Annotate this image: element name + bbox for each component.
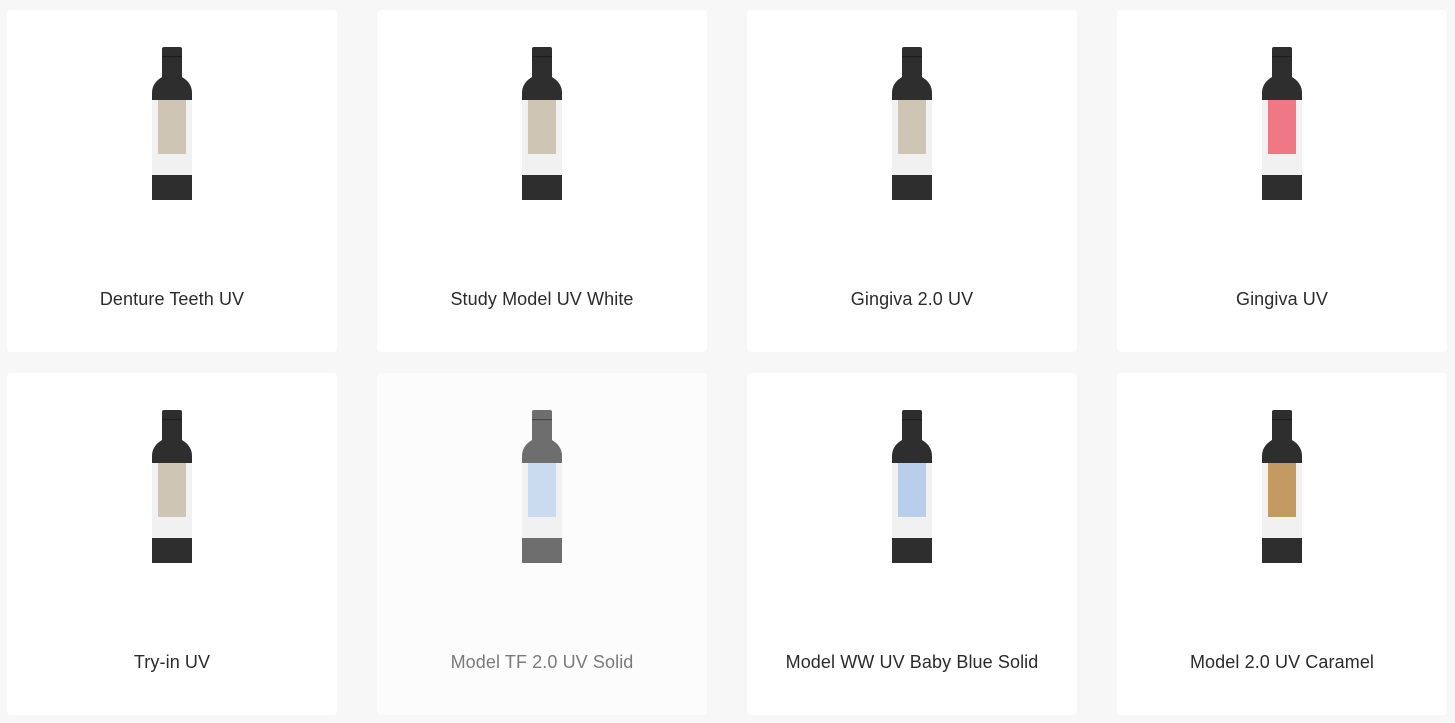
resin-bottle-icon (1262, 410, 1302, 563)
product-card[interactable]: Gingiva UV (1117, 10, 1447, 352)
product-name: Try-in UV (133, 652, 211, 672)
resin-bottle-icon (152, 47, 192, 200)
resin-window (1268, 463, 1296, 517)
product-card[interactable]: Try-in UV (7, 373, 337, 715)
product-card[interactable]: Denture Teeth UV (7, 10, 337, 352)
product-name: Model TF 2.0 UV Solid (450, 652, 634, 672)
bottle-cap (902, 47, 922, 69)
product-grid: Denture Teeth UV Study Model UV White Gi… (0, 0, 1455, 723)
resin-window (158, 463, 186, 517)
resin-window (528, 100, 556, 154)
resin-bottle-icon (892, 410, 932, 563)
bottle-cap (532, 410, 552, 432)
resin-bottle-icon (1262, 47, 1302, 200)
bottle-cap (162, 410, 182, 432)
bottle-cap (1272, 47, 1292, 69)
product-name: Denture Teeth UV (99, 289, 245, 309)
product-card[interactable]: Model WW UV Baby Blue Solid (747, 373, 1077, 715)
product-card[interactable]: Model TF 2.0 UV Solid (377, 373, 707, 715)
resin-bottle-icon (152, 410, 192, 563)
resin-bottle-icon (892, 47, 932, 200)
product-card[interactable]: Model 2.0 UV Caramel (1117, 373, 1447, 715)
product-name: Model WW UV Baby Blue Solid (785, 652, 1039, 672)
product-name: Gingiva 2.0 UV (850, 289, 974, 309)
resin-window (898, 463, 926, 517)
resin-window (898, 100, 926, 154)
resin-bottle-icon (522, 410, 562, 563)
bottle-cap (902, 410, 922, 432)
bottle-cap (1272, 410, 1292, 432)
product-name: Study Model UV White (450, 289, 634, 309)
product-name: Gingiva UV (1235, 289, 1329, 309)
bottle-cap (532, 47, 552, 69)
product-name: Model 2.0 UV Caramel (1189, 652, 1375, 672)
product-card[interactable]: Gingiva 2.0 UV (747, 10, 1077, 352)
resin-window (528, 463, 556, 517)
resin-bottle-icon (522, 47, 562, 200)
resin-window (158, 100, 186, 154)
product-card[interactable]: Study Model UV White (377, 10, 707, 352)
resin-window (1268, 100, 1296, 154)
bottle-cap (162, 47, 182, 69)
